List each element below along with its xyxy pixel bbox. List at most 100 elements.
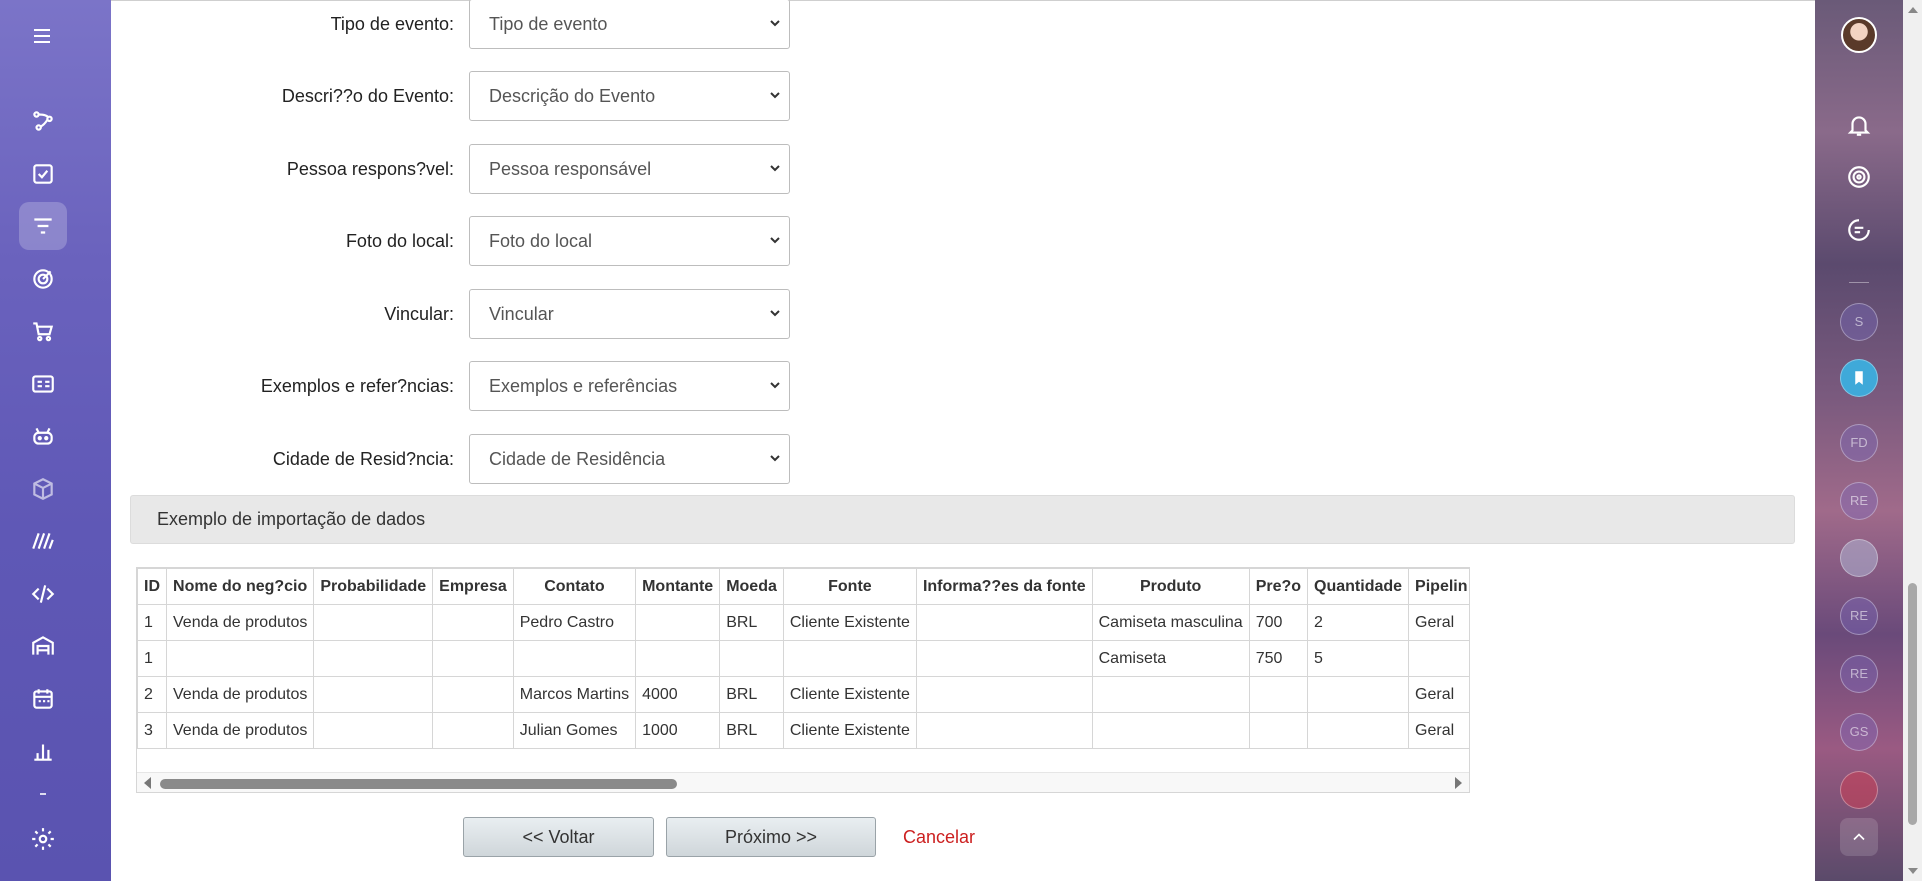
- sidebar-item-feed[interactable]: [19, 202, 67, 250]
- table-cell: [432, 604, 514, 641]
- notifications-button[interactable]: [1846, 112, 1872, 138]
- column-header: Quantidade: [1307, 568, 1410, 605]
- column-header: Montante: [635, 568, 721, 605]
- city-select[interactable]: Cidade de Residência: [469, 434, 790, 484]
- filter-icon: [34, 218, 52, 234]
- bar-chart-icon: [34, 744, 52, 761]
- sidebar-item-tasks[interactable]: [19, 150, 67, 198]
- sidebar-item-reports[interactable]: [19, 727, 67, 775]
- field-label: Tipo de evento:: [330, 14, 454, 34]
- chevron-down-icon: [770, 20, 780, 27]
- scroll-top-button[interactable]: [1840, 818, 1878, 856]
- table-cell: [915, 712, 1093, 749]
- back-button[interactable]: << Voltar: [463, 817, 654, 857]
- sidebar-item-calendar[interactable]: [19, 675, 67, 723]
- select-value: Vincular: [489, 304, 554, 324]
- event-type-select[interactable]: Tipo de evento: [469, 0, 790, 49]
- sidebar-item-sign[interactable]: [19, 517, 67, 565]
- table-cell: BRL: [719, 604, 784, 641]
- table-horizontal-scrollbar[interactable]: [137, 772, 1469, 792]
- right-avatar-re-3[interactable]: RE: [1840, 655, 1878, 693]
- bookmark-avatar[interactable]: [1840, 359, 1878, 397]
- target-icon: [33, 269, 53, 289]
- select-value: Foto do local: [489, 231, 593, 251]
- right-avatar-fd[interactable]: FD: [1840, 424, 1878, 462]
- table-cell: [719, 640, 784, 677]
- table-cell: 750: [1248, 640, 1309, 677]
- import-example-panel: Exemplo de importação de dados: [130, 495, 1795, 544]
- right-avatar-gs[interactable]: GS: [1840, 713, 1878, 751]
- column-header: Nome do neg?cio: [165, 568, 315, 605]
- table-cell: Venda de produtos: [165, 712, 315, 749]
- examples-select[interactable]: Exemplos e referências: [469, 361, 790, 411]
- column-header: Produto: [1091, 568, 1250, 605]
- table-cell: [165, 640, 315, 677]
- link-select[interactable]: Vincular: [469, 289, 790, 339]
- left-sidebar: [0, 0, 111, 881]
- sidebar-item-goals[interactable]: [19, 255, 67, 303]
- right-avatar-re-2[interactable]: RE: [1840, 597, 1878, 635]
- event-description-select[interactable]: Descrição do Evento: [469, 71, 790, 121]
- sidebar-item-shop[interactable]: [19, 307, 67, 355]
- table-cell: [432, 640, 514, 677]
- goals-button[interactable]: [1846, 164, 1872, 190]
- chevron-up-icon: [1853, 833, 1865, 841]
- right-panel-divider: [1849, 282, 1869, 283]
- import-example-table: ID Nome do neg?cio Probabilidade Empresa…: [136, 567, 1470, 793]
- responsible-person-select[interactable]: Pessoa responsável: [469, 144, 790, 194]
- calendar-icon: [33, 689, 53, 709]
- right-avatar-re[interactable]: RE: [1840, 482, 1878, 520]
- sidebar-item-warehouse[interactable]: [19, 622, 67, 670]
- next-button[interactable]: Próximo >>: [666, 817, 876, 857]
- table-cell: [1248, 712, 1309, 749]
- sidebar-item-box[interactable]: [19, 465, 67, 513]
- table-cell: 5: [1307, 640, 1410, 677]
- signature-icon: [32, 533, 54, 549]
- table-cell: Venda de produtos: [165, 676, 315, 713]
- scroll-right-arrow-icon[interactable]: [1455, 777, 1462, 789]
- sidebar-item-robot[interactable]: [19, 412, 67, 460]
- scrollbar-thumb[interactable]: [160, 779, 677, 789]
- table-cell: [635, 640, 721, 677]
- table-cell: BRL: [719, 676, 784, 713]
- page-vertical-scrollbar[interactable]: [1903, 0, 1922, 881]
- table-row: 3 Venda de produtos Julian Gomes 1000 BR…: [137, 712, 1469, 749]
- robot-icon: [33, 427, 53, 445]
- sidebar-item-settings[interactable]: [19, 815, 67, 863]
- chevron-down-icon: [770, 310, 780, 317]
- chat-button[interactable]: [1846, 217, 1872, 243]
- scroll-down-arrow-icon[interactable]: [1908, 868, 1918, 874]
- right-avatar-s[interactable]: S: [1840, 303, 1878, 341]
- venue-photo-select[interactable]: Foto do local: [469, 216, 790, 266]
- scroll-left-arrow-icon[interactable]: [144, 777, 151, 789]
- spiral-target-icon: [1848, 166, 1870, 188]
- main-content: Tipo de evento: Tipo de evento Descri??o…: [111, 0, 1815, 881]
- select-value: Pessoa responsável: [489, 159, 652, 179]
- field-label: Pessoa respons?vel:: [286, 159, 454, 179]
- sidebar-divider: [40, 793, 46, 795]
- sidebar-item-contacts[interactable]: [19, 360, 67, 408]
- table-cell: [1307, 712, 1410, 749]
- column-header: Fonte: [782, 568, 917, 605]
- table-cell: [313, 640, 434, 677]
- user-avatar[interactable]: [1841, 17, 1877, 53]
- form-row-event-description: Descri??o do Evento: Descrição do Evento: [111, 71, 811, 123]
- field-label: Cidade de Resid?ncia:: [272, 449, 454, 469]
- sidebar-item-dev[interactable]: [19, 570, 67, 618]
- cancel-link[interactable]: Cancelar: [903, 817, 975, 857]
- scrollbar-thumb[interactable]: [1908, 583, 1917, 825]
- sidebar-item-crm[interactable]: [19, 97, 67, 145]
- form-row-examples: Exemplos e refer?ncias: Exemplos e refer…: [111, 361, 811, 413]
- cart-icon: [33, 322, 54, 342]
- column-header: Contato: [512, 568, 637, 605]
- table-cell: BRL: [719, 712, 784, 749]
- chevron-down-icon: [770, 382, 780, 389]
- gear-icon: [32, 828, 54, 850]
- table-cell: [915, 640, 1093, 677]
- right-avatar-red[interactable]: [1840, 771, 1878, 809]
- menu-icon[interactable]: [30, 24, 54, 48]
- table-cell: Julian Gomes: [512, 712, 637, 749]
- scroll-up-arrow-icon[interactable]: [1908, 7, 1918, 13]
- cat-avatar[interactable]: [1840, 539, 1878, 577]
- chevron-down-icon: [770, 237, 780, 244]
